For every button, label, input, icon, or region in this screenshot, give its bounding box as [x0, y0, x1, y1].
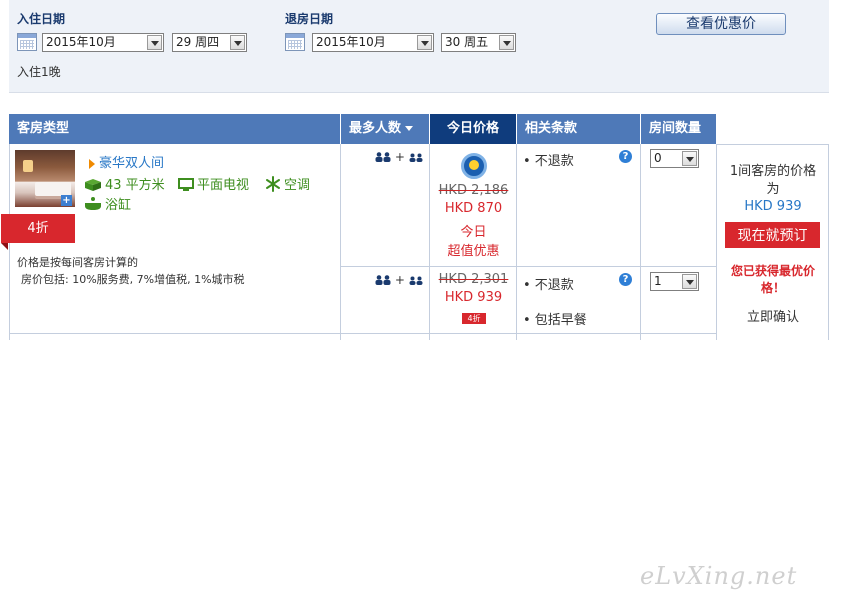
room-photo-bed [35, 182, 71, 196]
rate-2-price: HKD 939 [444, 290, 503, 305]
discount-tag: 4折 [1, 214, 75, 250]
tv-icon [178, 178, 194, 191]
checkin-month-value: 2015年10月 [46, 35, 116, 49]
rate-1-original-price: HKD 2,186 [438, 183, 509, 198]
instant-confirm: 立即确认 [746, 310, 799, 325]
occupancy-plus: + [394, 273, 405, 287]
chevron-down-icon [230, 35, 245, 50]
rate-2-term-no-refund: • 不退款 [523, 278, 574, 293]
rate-2-quantity-select[interactable]: 1 [650, 272, 699, 291]
summary-line-2: 为 [766, 182, 780, 197]
amenity-tv-label: 平面电视 [197, 178, 250, 193]
amenity-area: 43 平方米 [84, 174, 165, 193]
snowflake-icon [266, 176, 280, 192]
checkin-day-select[interactable]: 29 周四 [172, 33, 247, 52]
header-room-type: 客房类型 [9, 114, 340, 144]
checkout-calendar-icon[interactable] [285, 33, 305, 51]
rate-1-term-no-refund: • 不退款 [523, 154, 574, 169]
occupancy-rate-1: + [375, 150, 423, 164]
checkin-day-value: 29 周四 [176, 35, 220, 49]
header-today-price: 今日价格 [430, 114, 516, 144]
amenity-bath: 浴缸 [84, 194, 131, 213]
checkout-month-value: 2015年10月 [316, 35, 386, 49]
header-room-count: 房间数量 [641, 114, 716, 144]
room-photo-lamp [23, 160, 33, 172]
chevron-down-icon [682, 151, 697, 166]
rate-1-quantity-select[interactable]: 0 [650, 149, 699, 168]
room-name-label: 豪华双人间 [99, 156, 165, 171]
view-deals-button[interactable]: 查看优惠价 [656, 13, 786, 35]
rate-1-price: HKD 870 [444, 201, 503, 216]
help-icon[interactable]: ? [619, 273, 632, 286]
rate-2-quantity-value: 1 [654, 274, 662, 288]
divider [340, 144, 341, 340]
divider [9, 333, 716, 334]
watermark: eLvXing.net [640, 562, 798, 590]
amenity-bath-label: 浴缸 [105, 198, 132, 213]
amenity-area-label: 43 平方米 [105, 178, 165, 193]
triangle-right-icon [89, 158, 95, 169]
nights-text: 入住1晚 [17, 65, 61, 79]
amenity-tv: 平面电视 [178, 174, 249, 193]
room-name-link[interactable]: 豪华双人间 [89, 152, 164, 171]
divider [716, 144, 829, 145]
summary-price: HKD 939 [744, 199, 802, 214]
cube-icon [85, 179, 101, 191]
best-price-line-1: 您已获得最优价 [730, 264, 815, 278]
checkin-label: 入住日期 [17, 12, 66, 26]
two-adults-icon [375, 275, 391, 285]
occupancy-plus: + [394, 150, 405, 164]
divider [640, 144, 641, 340]
two-children-icon [409, 153, 423, 162]
two-adults-icon [375, 152, 391, 162]
header-max-guests-label: 最多人数 [349, 121, 402, 136]
chevron-down-icon [417, 35, 432, 50]
book-now-button[interactable]: 现在就预订 [725, 222, 820, 248]
rate-2-term-breakfast: • 包括早餐 [523, 313, 587, 328]
rate-2-discount-tag: 4折 [462, 313, 486, 324]
checkout-month-select[interactable]: 2015年10月 [312, 33, 434, 52]
best-price-line-2: 格！ [760, 281, 785, 295]
checkin-month-select[interactable]: 2015年10月 [42, 33, 164, 52]
two-children-icon [409, 276, 423, 285]
rate-1-promo-line-1: 今日 [460, 225, 487, 240]
checkout-day-select[interactable]: 30 周五 [441, 33, 516, 52]
price-note-included: 房价包括: 10%服务费, 7%增值税, 1%城市税 [21, 273, 245, 286]
chevron-down-icon [147, 35, 162, 50]
header-max-guests[interactable]: 最多人数 [341, 114, 429, 144]
amenity-ac: 空调 [265, 174, 310, 193]
checkout-day-value: 30 周五 [445, 35, 489, 49]
bathtub-icon [85, 197, 101, 210]
checkout-label: 退房日期 [285, 12, 334, 26]
header-terms: 相关条款 [517, 114, 640, 144]
sort-down-icon [405, 126, 414, 131]
best-deal-medal-icon [461, 153, 487, 179]
summary-line-1: 1间客房的价格 [729, 164, 817, 179]
photo-plus-icon[interactable]: + [61, 195, 72, 206]
rate-1-quantity-value: 0 [654, 151, 662, 165]
price-note-per-room: 价格是按每间客房计算的 [17, 256, 138, 269]
help-icon[interactable]: ? [619, 150, 632, 163]
divider [341, 266, 716, 267]
occupancy-rate-2: + [375, 273, 423, 287]
checkin-calendar-icon[interactable] [17, 33, 37, 51]
chevron-down-icon [682, 274, 697, 289]
amenity-ac-label: 空调 [284, 178, 311, 193]
rate-1-promo-line-2: 超值优惠 [447, 244, 500, 259]
chevron-down-icon [499, 35, 514, 50]
rate-2-original-price: HKD 2,301 [438, 272, 509, 287]
